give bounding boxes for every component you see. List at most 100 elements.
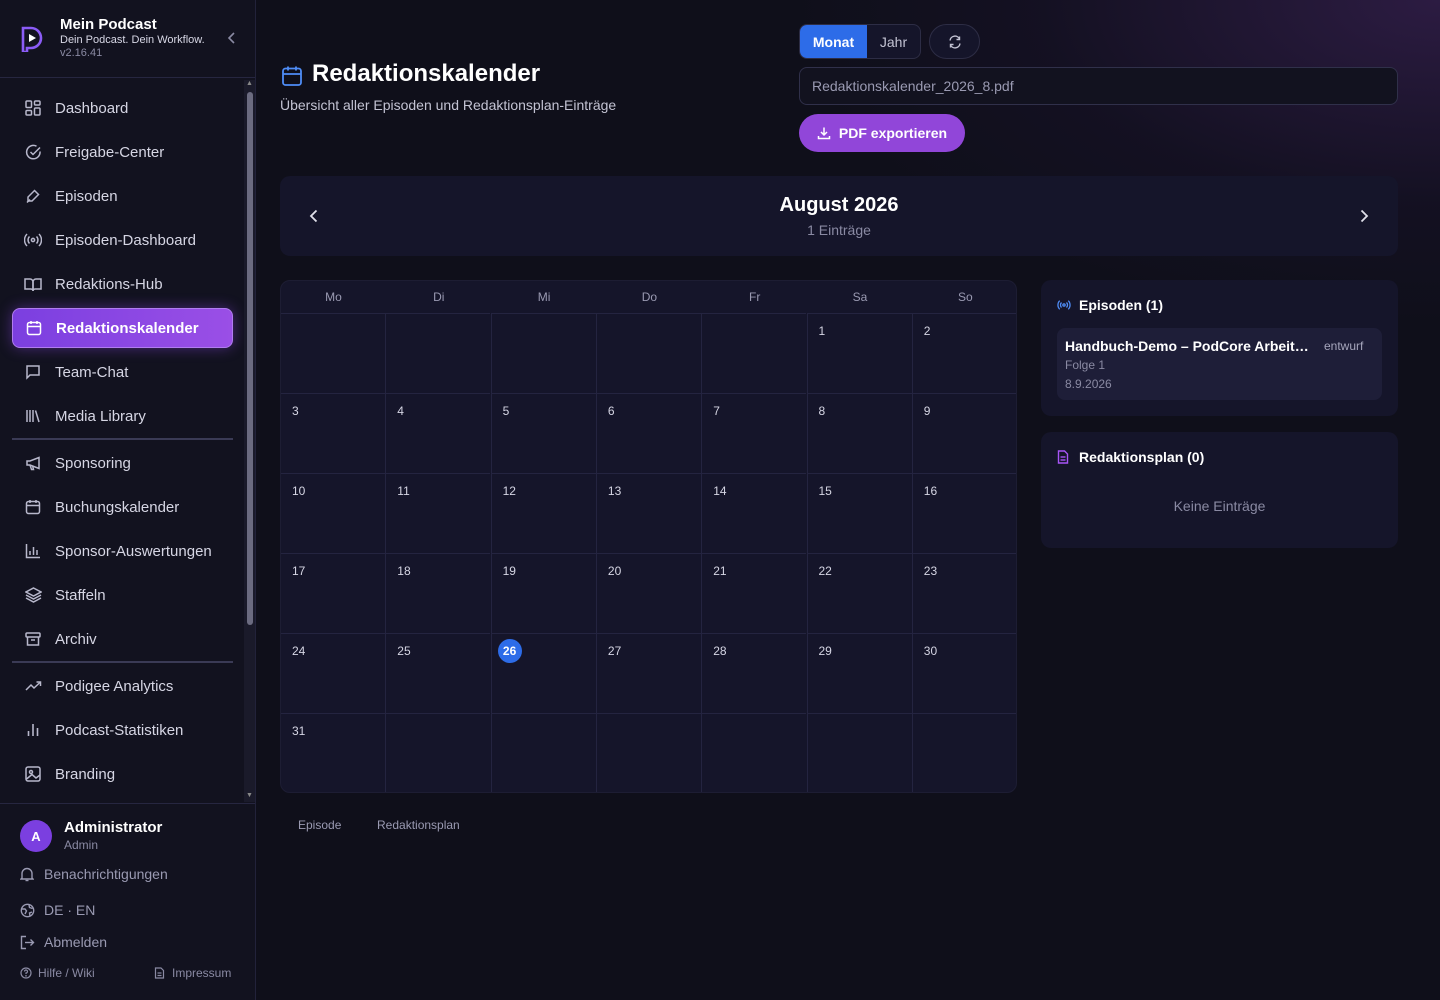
sidebar-item-media-library[interactable]: Media Library — [12, 396, 233, 436]
imprint-link[interactable]: Impressum — [154, 966, 231, 980]
notifications-link[interactable]: Benachrichtigungen — [20, 866, 168, 882]
broadcast-icon — [24, 231, 42, 249]
date-number: 15 — [818, 484, 832, 498]
date-number: 10 — [292, 484, 306, 498]
sidebar-item-redaktions-hub[interactable]: Redaktions-Hub — [12, 264, 233, 304]
sidebar-item-dashboard[interactable]: Dashboard — [12, 88, 233, 128]
sidebar-item-archiv[interactable]: Archiv — [12, 619, 233, 659]
imprint-label: Impressum — [172, 966, 232, 980]
nav-divider — [12, 661, 233, 663]
calendar-day-cell[interactable]: 7 — [701, 393, 807, 473]
document-icon — [1057, 450, 1071, 464]
sidebar-item-episoden[interactable]: Episoden — [12, 176, 233, 216]
stats-icon — [24, 721, 42, 739]
calendar-day-cell[interactable]: 25 — [385, 633, 491, 713]
scroll-up-icon[interactable]: ▲ — [245, 80, 254, 90]
refresh-button[interactable] — [929, 24, 980, 59]
sidebar-item-episoden-dashboard[interactable]: Episoden-Dashboard — [12, 220, 233, 260]
podcast-logo-icon — [20, 26, 44, 54]
date-number: 24 — [292, 644, 306, 658]
date-number: 8 — [818, 404, 826, 418]
calendar-day-cell[interactable]: 1 — [806, 313, 912, 393]
sidebar-item-label: Podcast-Statistiken — [55, 721, 184, 739]
calendar-day-cell[interactable]: 29 — [806, 633, 912, 713]
calendar-day-cell[interactable]: 13 — [595, 473, 701, 553]
sidebar-item-staffeln[interactable]: Staffeln — [12, 575, 233, 615]
weekday-header: Fr — [749, 290, 761, 304]
calendar-empty-cell — [595, 313, 701, 393]
pdf-filename-input[interactable] — [799, 67, 1398, 105]
date-number: 21 — [713, 564, 727, 578]
sidebar-item-redaktionskalender[interactable]: Redaktionskalender — [12, 308, 233, 348]
logout-icon — [20, 934, 36, 950]
calendar-day-cell[interactable]: 20 — [595, 553, 701, 633]
sidebar-item-buchungskalender[interactable]: Buchungskalender — [12, 487, 233, 527]
weekday-header: Mo — [325, 290, 342, 304]
calendar-day-cell[interactable]: 11 — [385, 473, 491, 553]
calendar-day-cell[interactable]: 17 — [281, 553, 385, 633]
view-year-button[interactable]: Jahr — [867, 25, 920, 58]
calendar-day-cell[interactable]: 21 — [701, 553, 807, 633]
calendar-day-cell[interactable]: 19 — [490, 553, 596, 633]
scroll-down-icon[interactable]: ▼ — [245, 792, 254, 802]
sidebar-item-podcast-statistiken[interactable]: Podcast-Statistiken — [12, 710, 233, 750]
calendar-empty-cell — [385, 313, 491, 393]
calendar-day-cell[interactable]: 6 — [595, 393, 701, 473]
sidebar-item-label: Staffeln — [55, 586, 106, 604]
calendar-day-cell[interactable]: 28 — [701, 633, 807, 713]
date-number: 16 — [923, 484, 938, 498]
episode-card[interactable]: Handbuch-Demo – PodCore Arbeitsablauf en… — [1057, 328, 1382, 400]
check-circle-icon — [24, 143, 42, 161]
sidebar-item-sponsoring[interactable]: Sponsoring — [12, 443, 233, 483]
app-version: v2.16.41 — [60, 47, 103, 59]
calendar-day-cell[interactable]: 22 — [806, 553, 912, 633]
calendar-day-cell[interactable]: 10 — [281, 473, 385, 553]
sidebar-item-branding[interactable]: Branding — [12, 754, 233, 794]
sidebar-item-freigabe-center[interactable]: Freigabe-Center — [12, 132, 233, 172]
avatar[interactable]: A — [20, 820, 52, 852]
calendar-day-cell[interactable]: 24 — [281, 633, 385, 713]
calendar-day-cell[interactable]: 12 — [490, 473, 596, 553]
bell-icon — [20, 866, 36, 882]
calendar-day-cell[interactable]: 4 — [385, 393, 491, 473]
calendar-grid: Mo Di Mi Do Fr Sa So 1 2 3 4 5 6 7 8 9 10 11 12 13 14 15 16 17 1… — [280, 280, 1017, 793]
sidebar-item-label: Media Library — [55, 407, 146, 425]
calendar-day-cell[interactable]: 23 — [911, 553, 1016, 633]
calendar-day-cell[interactable]: 16 — [911, 473, 1016, 553]
view-month-button[interactable]: Monat — [800, 25, 867, 58]
help-link[interactable]: Hilfe / Wiki — [20, 966, 95, 980]
sidebar-item-podigee-analytics[interactable]: Podigee Analytics — [12, 666, 233, 706]
calendar-day-cell[interactable]: 14 — [701, 473, 807, 553]
calendar-empty-cell — [701, 313, 807, 393]
month-title: August 2026 — [779, 194, 899, 216]
pdf-export-button[interactable]: PDF exportieren — [799, 114, 965, 152]
sidebar-collapse-button[interactable] — [224, 30, 240, 48]
sidebar-scrollbar-thumb[interactable] — [247, 92, 253, 625]
calendar-day-cell[interactable]: 15 — [806, 473, 912, 553]
today-date-number: 26 — [497, 639, 522, 663]
broadcast-icon — [1057, 298, 1071, 312]
calendar-day-cell[interactable]: 31 — [281, 713, 385, 792]
next-month-button[interactable] — [1354, 206, 1374, 226]
sidebar-item-team-chat[interactable]: Team-Chat — [12, 352, 233, 392]
calendar-empty-cell — [701, 713, 807, 792]
calendar-empty-cell — [490, 313, 596, 393]
sidebar-item-sponsor-auswertungen[interactable]: Sponsor-Auswertungen — [12, 531, 233, 571]
language-switch[interactable]: DE · EN — [20, 902, 95, 918]
calendar-day-cell[interactable]: 3 — [281, 393, 385, 473]
status-badge: entwurf — [1324, 339, 1364, 353]
calendar-day-cell[interactable]: 27 — [595, 633, 701, 713]
chat-icon — [24, 363, 42, 381]
date-number: 17 — [292, 564, 306, 578]
calendar-day-cell[interactable]: 30 — [911, 633, 1016, 713]
calendar-day-cell[interactable]: 26 — [490, 633, 596, 713]
sidebar-item-label: Freigabe-Center — [55, 143, 165, 161]
calendar-day-cell[interactable]: 9 — [911, 393, 1016, 473]
calendar-day-cell[interactable]: 2 — [911, 313, 1016, 393]
logout-button[interactable]: Abmelden — [20, 934, 107, 950]
calendar-day-cell[interactable]: 5 — [490, 393, 596, 473]
calendar-day-cell[interactable]: 8 — [806, 393, 912, 473]
trend-icon — [24, 677, 42, 695]
link-icon — [24, 187, 42, 205]
calendar-day-cell[interactable]: 18 — [385, 553, 491, 633]
